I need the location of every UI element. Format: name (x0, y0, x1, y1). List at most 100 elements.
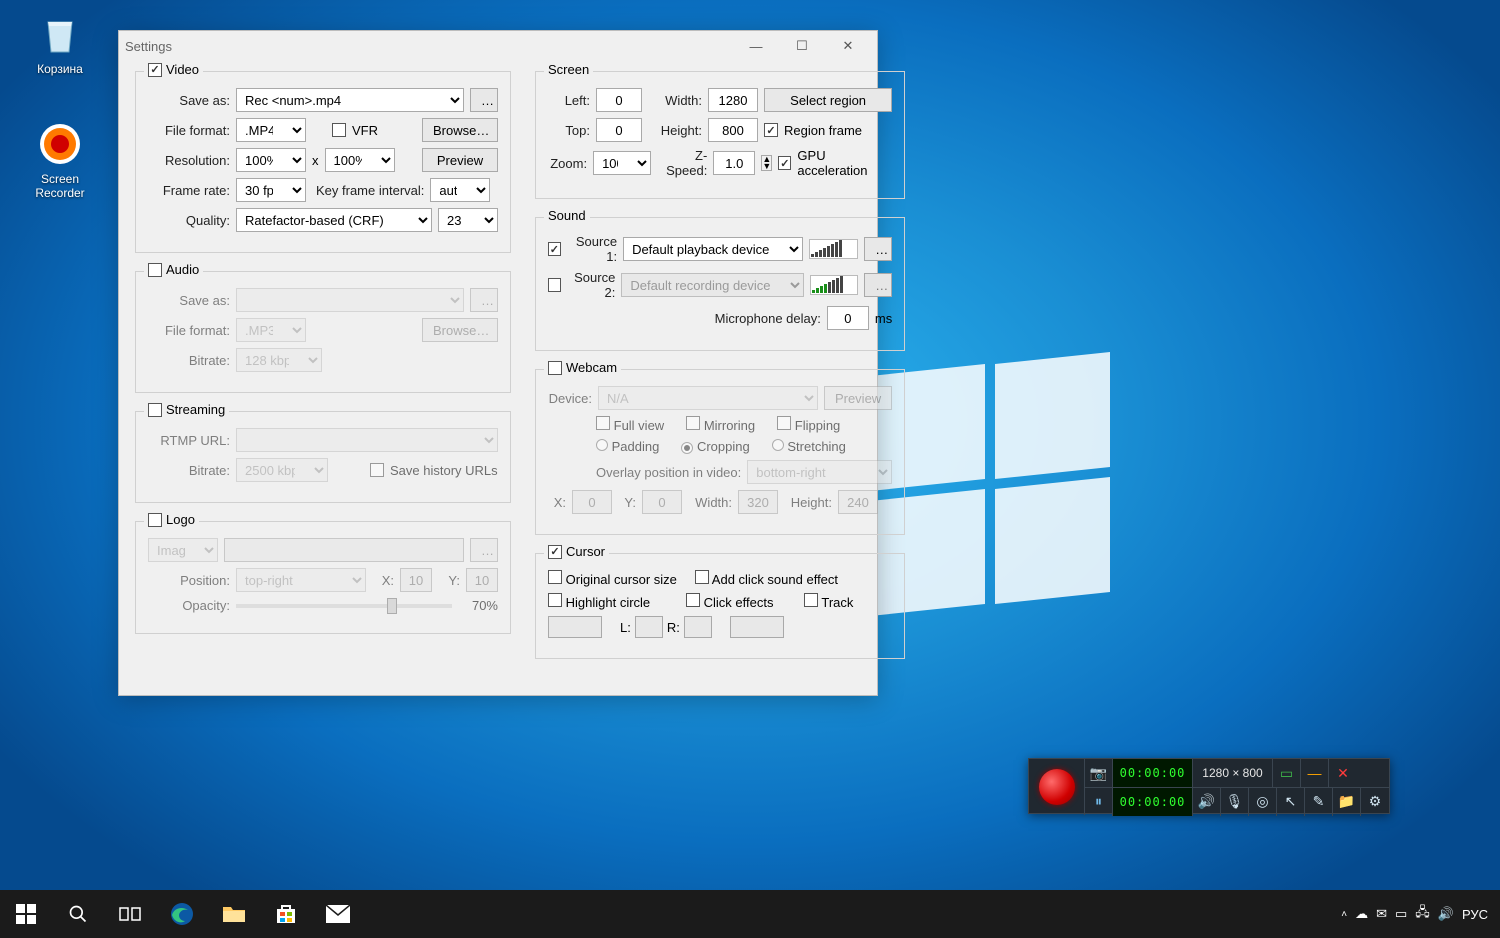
store-button[interactable] (260, 890, 312, 938)
pause-button[interactable]: ⏸ (1085, 788, 1113, 816)
explorer-button[interactable] (208, 890, 260, 938)
video-legend: Video (166, 62, 199, 77)
quality-value-select[interactable]: 23 (438, 208, 498, 232)
left-input[interactable] (596, 88, 642, 112)
logo-position-label: Position: (148, 573, 230, 588)
streaming-legend: Streaming (166, 402, 225, 417)
record-icon (1039, 769, 1075, 805)
logo-enable-checkbox[interactable] (148, 513, 162, 527)
zoom-select[interactable]: 100% (593, 151, 651, 175)
resolution-display: 1280 × 800 (1193, 759, 1273, 787)
source1-checkbox[interactable] (548, 242, 561, 256)
webcam-button[interactable]: ◎ (1249, 788, 1277, 816)
audio-saveas-select (236, 288, 464, 312)
region-button[interactable]: ▭ (1273, 759, 1301, 787)
recorder-toolbar[interactable]: 📷 00:00:00 1280 × 800 ▭ — ✕ ⏸ 00:00:00 🔊… (1028, 758, 1390, 814)
close-button[interactable]: ✕ (825, 31, 871, 61)
messenger-icon[interactable]: ✉ (1376, 906, 1387, 922)
flipping-checkbox (777, 416, 791, 430)
click-sound-checkbox[interactable] (695, 570, 709, 584)
mic-delay-unit: ms (875, 311, 892, 326)
video-saveas-browse-button[interactable]: … (470, 88, 498, 112)
task-view-button[interactable] (104, 890, 156, 938)
streaming-enable-checkbox[interactable] (148, 403, 162, 417)
mic-button[interactable]: 🎙 (1221, 788, 1249, 816)
minimize-bar-button[interactable]: — (1301, 759, 1329, 787)
volume-icon[interactable]: 🔊 (1438, 906, 1454, 922)
network-icon[interactable]: 🖧 (1415, 903, 1430, 925)
quality-mode-select[interactable]: Ratefactor-based (CRF) (236, 208, 432, 232)
sound-group: Sound Source 1: Default playback device … (535, 217, 905, 351)
video-format-select[interactable]: .MP4 (236, 118, 306, 142)
select-region-button[interactable]: Select region (764, 88, 892, 112)
original-size-label: Original cursor size (566, 572, 677, 587)
maximize-button[interactable]: ☐ (779, 31, 825, 61)
click-effects-checkbox[interactable] (686, 593, 700, 607)
record-button[interactable] (1029, 759, 1085, 815)
cursor-enable-checkbox[interactable] (548, 545, 562, 559)
battery-icon[interactable]: ▭ (1395, 906, 1407, 922)
height-input[interactable] (708, 118, 758, 142)
zspeed-spinner[interactable]: ▲▼ (761, 155, 772, 171)
right-click-color[interactable] (684, 616, 712, 638)
source1-select[interactable]: Default playback device (623, 237, 803, 261)
video-saveas-select[interactable]: Rec <num>.mp4 (236, 88, 464, 112)
mic-delay-input[interactable] (827, 306, 869, 330)
source2-checkbox[interactable] (548, 278, 561, 292)
streaming-group: Streaming RTMP URL: Bitrate: 2500 kbps S… (135, 411, 511, 503)
highlight-color[interactable] (548, 616, 602, 638)
original-size-checkbox[interactable] (548, 570, 562, 584)
search-button[interactable] (52, 890, 104, 938)
vfr-checkbox[interactable] (332, 123, 346, 137)
language-indicator[interactable]: РУС (1462, 907, 1488, 922)
left-click-color[interactable] (635, 616, 663, 638)
webcam-w-label: Width: (688, 495, 732, 510)
highlight-checkbox[interactable] (548, 593, 562, 607)
cursor-button[interactable]: ↖ (1277, 788, 1305, 816)
mail-button[interactable] (312, 890, 364, 938)
video-enable-checkbox[interactable] (148, 63, 162, 77)
resolution-height-select[interactable]: 100% (325, 148, 395, 172)
logo-path-input (224, 538, 464, 562)
fullview-checkbox (596, 416, 610, 430)
tray-overflow-button[interactable]: ˄ (1341, 909, 1347, 920)
draw-button[interactable]: ✎ (1305, 788, 1333, 816)
speaker-button[interactable]: 🔊 (1193, 788, 1221, 816)
screen-recorder-shortcut[interactable]: Screen Recorder (20, 120, 100, 200)
onedrive-icon[interactable]: ☁ (1355, 906, 1368, 922)
region-frame-checkbox[interactable] (764, 123, 778, 137)
close-bar-button[interactable]: ✕ (1329, 759, 1357, 787)
screen-legend: Screen (548, 62, 589, 77)
streaming-bitrate-label: Bitrate: (148, 463, 230, 478)
source1-settings-button[interactable]: … (864, 237, 892, 261)
start-button[interactable] (0, 890, 52, 938)
recycle-bin-icon (36, 10, 84, 58)
video-browse-button[interactable]: Browse… (422, 118, 498, 142)
logo-type-select: Image (148, 538, 218, 562)
minimize-button[interactable]: — (733, 31, 779, 61)
webcam-legend: Webcam (566, 360, 617, 375)
recycle-bin[interactable]: Корзина (20, 10, 100, 76)
gpu-checkbox[interactable] (778, 156, 791, 170)
kfi-select[interactable]: auto (430, 178, 490, 202)
zspeed-input[interactable] (713, 151, 755, 175)
top-input[interactable] (596, 118, 642, 142)
vfr-label: VFR (352, 123, 378, 138)
edge-button[interactable] (156, 890, 208, 938)
titlebar[interactable]: Settings — ☐ ✕ (119, 31, 877, 61)
resolution-width-select[interactable]: 100% (236, 148, 306, 172)
width-input[interactable] (708, 88, 758, 112)
webcam-preview-button: Preview (824, 386, 892, 410)
webcam-enable-checkbox[interactable] (548, 361, 562, 375)
preview-button[interactable]: Preview (422, 148, 498, 172)
screenshot-button[interactable]: 📷 (1085, 759, 1113, 787)
top-label: Top: (548, 123, 590, 138)
framerate-select[interactable]: 30 fps (236, 178, 306, 202)
folder-button[interactable]: 📁 (1333, 788, 1361, 816)
track-checkbox[interactable] (804, 593, 818, 607)
track-color[interactable] (730, 616, 784, 638)
device-label: Device: (548, 391, 592, 406)
audio-enable-checkbox[interactable] (148, 263, 162, 277)
cropping-label: Cropping (697, 439, 750, 454)
settings-button[interactable]: ⚙ (1361, 788, 1389, 816)
